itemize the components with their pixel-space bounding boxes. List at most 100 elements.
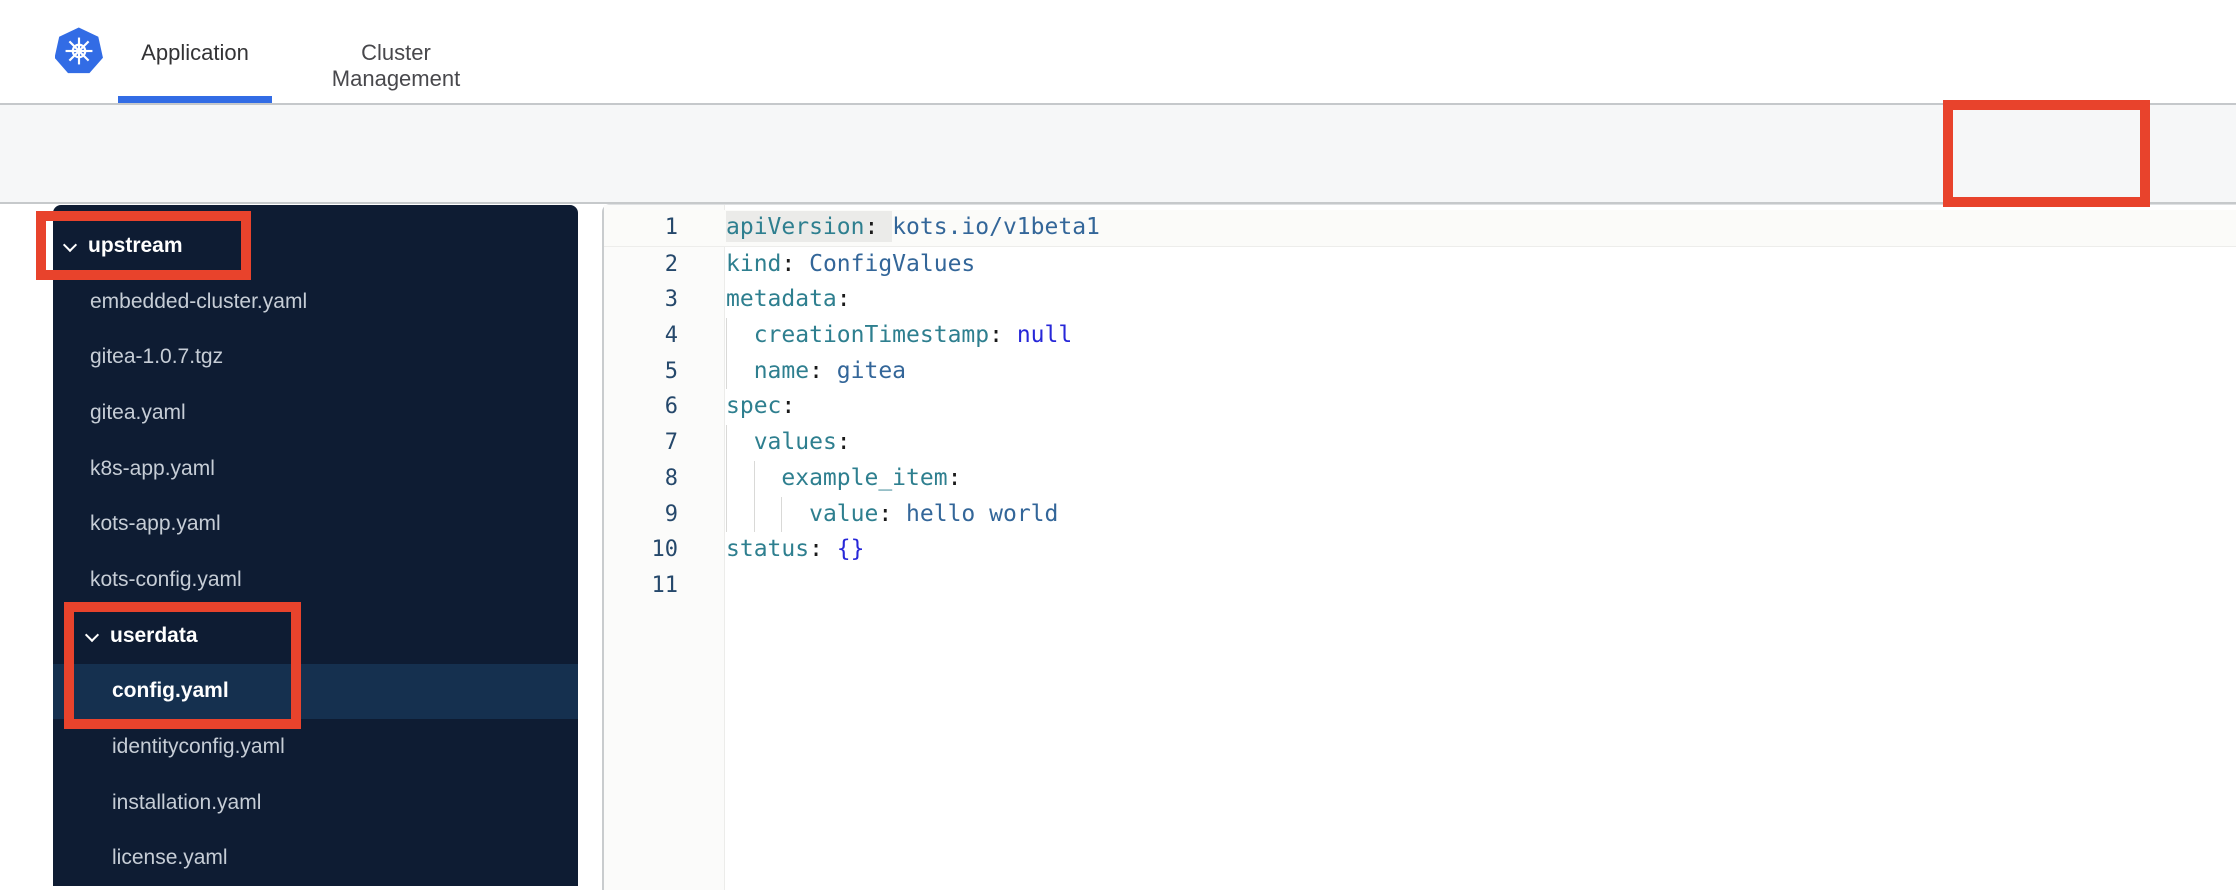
file-name-label: license.yaml (112, 846, 228, 870)
line-number: 7 (664, 430, 678, 456)
line-number: 2 (664, 251, 678, 277)
line-number: 6 (664, 394, 678, 420)
indent-guide (726, 353, 727, 390)
yaml-key-token: example_item (781, 464, 948, 491)
file-name-label: installation.yaml (112, 790, 262, 814)
app-subnav: DashboardVersion historyConfigTroublesho… (0, 105, 2236, 298)
header-tab-application[interactable]: Application (118, 40, 272, 66)
code-line-3[interactable]: 3 metadata: (604, 282, 2236, 318)
code-line-10[interactable]: 10 status: {} (604, 532, 2236, 568)
yaml-atom-token: {} (836, 536, 865, 563)
code-line-7[interactable]: 7 values: (604, 425, 2236, 461)
line-number: 1 (664, 215, 678, 240)
yaml-punct-token: : (836, 429, 851, 456)
yaml-value-token: gitea (836, 357, 907, 384)
sidebar-file-config.yaml[interactable]: config.yaml (53, 663, 578, 720)
code-line-1[interactable]: 1 apiVersion: kots.io/v1beta1 (604, 210, 2236, 247)
yaml-punct-token: : (781, 393, 796, 420)
yaml-value-token: hello world (906, 500, 1059, 527)
code-line-content: kind: ConfigValues (726, 247, 975, 283)
code-line-content: status: {} (726, 532, 865, 568)
file-tree-sidebar: upstream embedded-cluster.yaml gitea-1.0.7… (53, 205, 578, 886)
yaml-key-token: kind (726, 250, 782, 277)
sidebar-file-gitea-1.0.7.tgz[interactable]: gitea-1.0.7.tgz (53, 329, 578, 385)
file-viewer: 1 apiVersion: kots.io/v1beta1 2 kind: Confi… (602, 204, 2236, 890)
sidebar-file-k8s-app.yaml[interactable]: k8s-app.yaml (53, 441, 578, 497)
code-editor[interactable]: 1 apiVersion: kots.io/v1beta1 2 kind: Confi… (604, 210, 2236, 604)
code-line-9[interactable]: 9 value: hello world (604, 496, 2236, 533)
indent-guide (781, 496, 783, 533)
yaml-punct-token: : (836, 286, 851, 313)
yaml-value-token: kots.io/v1beta1 (892, 214, 1100, 240)
file-name-label: gitea.yaml (90, 400, 186, 424)
code-line-content: metadata: (726, 282, 851, 318)
yaml-key-token: status (726, 536, 810, 563)
indent-guide (726, 425, 727, 461)
code-line-8[interactable]: 8 example_item: (604, 460, 2236, 497)
sidebar-folder-upstream[interactable]: upstream (53, 218, 578, 274)
code-line-content: creationTimestamp: null (726, 318, 1072, 354)
yaml-punct-token: : (809, 536, 837, 563)
code-line-2[interactable]: 2 kind: ConfigValues (604, 247, 2236, 283)
yaml-punct-token: : (947, 464, 962, 491)
line-number: 3 (664, 287, 678, 313)
sidebar-file-identityconfig.yaml[interactable]: identityconfig.yaml (53, 719, 578, 775)
line-number: 9 (664, 501, 678, 527)
yaml-key-token: spec (726, 393, 782, 420)
file-name-label: k8s-app.yaml (90, 456, 215, 480)
yaml-key-token: values (753, 429, 837, 456)
code-line-content: example_item: (726, 460, 962, 497)
indent-guide (753, 460, 755, 497)
code-line-content: value: hello world (726, 496, 1059, 533)
yaml-punct-token: : (864, 214, 893, 240)
file-name-label: embedded-cluster.yaml (90, 289, 308, 313)
code-line-6[interactable]: 6 spec: (604, 389, 2236, 425)
code-line-11[interactable]: 11 (604, 568, 2236, 604)
line-number: 10 (651, 537, 679, 563)
app-header: Application Cluster Management (0, 0, 2236, 105)
kubernetes-logo-icon (55, 27, 103, 74)
application-active-underline (118, 96, 272, 103)
folder-name-label: userdata (110, 623, 198, 647)
code-line-content: spec: (726, 389, 795, 425)
yaml-key-token: creationTimestamp (753, 322, 990, 349)
line-number: 8 (664, 465, 678, 491)
code-line-content: apiVersion: kots.io/v1beta1 (726, 210, 1100, 246)
yaml-key-token: name (753, 357, 810, 384)
header-tab-cluster-management[interactable]: Cluster Management (295, 40, 497, 92)
line-number: 11 (651, 572, 679, 598)
line-number: 4 (664, 323, 678, 349)
folder-name-label: upstream (88, 233, 183, 257)
yaml-value-token: ConfigValues (809, 250, 976, 277)
sidebar-file-kots-app.yaml[interactable]: kots-app.yaml (53, 496, 578, 552)
indent-guide (753, 496, 755, 533)
sidebar-file-gitea.yaml[interactable]: gitea.yaml (53, 385, 578, 441)
code-line-5[interactable]: 5 name: gitea (604, 353, 2236, 390)
yaml-atom-token: null (1016, 322, 1073, 349)
sidebar-file-license.yaml[interactable]: license.yaml (53, 831, 578, 887)
yaml-key-token: apiVersion (726, 214, 865, 240)
chevron-down-icon[interactable] (86, 629, 99, 642)
yaml-key-token: metadata (726, 286, 837, 313)
sidebar-file-kots-config.yaml[interactable]: kots-config.yaml (53, 552, 578, 608)
file-name-label: kots-app.yaml (90, 512, 221, 536)
sidebar-folder-userdata[interactable]: userdata (53, 608, 578, 664)
yaml-key-token: value (809, 500, 879, 527)
code-line-content: name: gitea (726, 353, 907, 390)
sidebar-file-embedded-cluster.yaml[interactable]: embedded-cluster.yaml (53, 274, 578, 330)
indent-guide (726, 318, 727, 354)
file-name-label: kots-config.yaml (90, 567, 242, 591)
file-name-label: config.yaml (112, 679, 229, 703)
yaml-punct-token: : (989, 322, 1017, 349)
code-line-4[interactable]: 4 creationTimestamp: null (604, 318, 2236, 354)
file-name-label: gitea-1.0.7.tgz (90, 345, 224, 369)
chevron-down-icon[interactable] (64, 239, 77, 252)
line-number: 5 (664, 358, 678, 384)
yaml-punct-token: : (781, 250, 810, 277)
file-name-label: identityconfig.yaml (112, 735, 285, 759)
yaml-punct-token: : (878, 500, 907, 527)
indent-guide (726, 460, 727, 497)
sidebar-file-installation.yaml[interactable]: installation.yaml (53, 775, 578, 831)
indent-guide (726, 496, 727, 533)
code-line-content: values: (726, 425, 851, 461)
